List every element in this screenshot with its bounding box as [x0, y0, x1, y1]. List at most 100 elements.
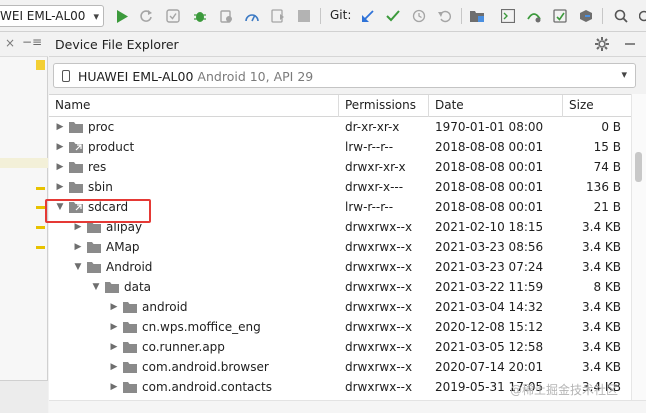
- device-selector[interactable]: WEI EML-AL00 ▾: [0, 5, 104, 27]
- line-highlight: [0, 158, 48, 168]
- stop-icon[interactable]: [296, 8, 312, 24]
- file-name: sbin: [88, 180, 113, 194]
- date-cell: 2021-03-23 08:56: [435, 240, 544, 254]
- chevron-right-icon[interactable]: ▶: [55, 182, 65, 192]
- git-commit-icon[interactable]: [385, 8, 401, 24]
- name-cell: ▶ product: [49, 137, 339, 157]
- project-panel-header: × −≡: [0, 32, 48, 57]
- table-row[interactable]: ▶ product lrw-r--r-- 2018-08-08 00:01 15 B: [49, 137, 631, 157]
- column-header-date[interactable]: Date: [429, 95, 563, 117]
- apply-changes-icon[interactable]: [165, 8, 181, 24]
- chevron-right-icon[interactable]: ▶: [73, 242, 83, 252]
- size-cell: 8 KB: [593, 280, 621, 294]
- device-api: Android 10, API 29: [197, 69, 314, 84]
- date-cell: 2020-07-14 20:01: [435, 360, 544, 374]
- gear-icon[interactable]: [594, 36, 610, 52]
- size-cell: 136 B: [586, 180, 621, 194]
- profiler-icon[interactable]: [244, 8, 260, 24]
- file-name: data: [124, 280, 152, 294]
- chevron-right-icon[interactable]: ▶: [109, 302, 119, 312]
- warning-marker: [36, 226, 45, 229]
- folder-icon: [123, 362, 137, 373]
- chevron-right-icon[interactable]: ▶: [55, 162, 65, 172]
- avd-manager-icon[interactable]: [526, 8, 542, 24]
- file-name: res: [88, 160, 107, 174]
- permissions-cell: drwxr-xr-x: [345, 160, 406, 174]
- device-dropdown[interactable]: HUAWEI EML-AL00 Android 10, API 29 ▾: [53, 63, 636, 88]
- file-name: co.runner.app: [142, 340, 225, 354]
- search-icon[interactable]: [613, 8, 629, 24]
- date-cell: 2018-08-08 00:01: [435, 140, 544, 154]
- chevron-down-icon: ▾: [621, 68, 627, 81]
- run-icon[interactable]: [114, 8, 130, 24]
- file-name: com.android.browser: [142, 360, 269, 374]
- warning-marker: [36, 187, 45, 190]
- folder-icon: [69, 122, 83, 133]
- table-row[interactable]: ▶ sbin drwxr-x--- 2018-08-08 00:01 136 B: [49, 177, 631, 197]
- rerun-icon[interactable]: [138, 8, 154, 24]
- column-header-size[interactable]: Size: [563, 95, 631, 117]
- table-row[interactable]: ▶ cn.wps.moffice_eng drwxrwx--x 2020-12-08 …: [49, 317, 631, 337]
- minimize-icon[interactable]: [622, 36, 638, 52]
- size-cell: 3.4 KB: [582, 220, 621, 234]
- horizontal-scrollbar[interactable]: [49, 400, 646, 413]
- close-icon[interactable]: ×: [5, 36, 15, 50]
- table-row[interactable]: ▼ Android drwxrwx--x 2021-03-23 07:24 3.4 KB: [49, 257, 631, 277]
- warning-marker: [36, 206, 45, 209]
- attach-debugger-icon[interactable]: [218, 8, 234, 24]
- size-cell: 3.4 KB: [582, 360, 621, 374]
- chevron-down-icon[interactable]: ▼: [91, 282, 101, 292]
- size-cell: 3.4 KB: [582, 260, 621, 274]
- name-cell: ▶ sbin: [49, 177, 339, 197]
- folder-link-icon: [69, 142, 83, 153]
- chevron-right-icon[interactable]: ▶: [109, 322, 119, 332]
- git-update-icon[interactable]: [360, 8, 376, 24]
- debug-icon[interactable]: [192, 8, 208, 24]
- column-header-permissions[interactable]: Permissions: [339, 95, 429, 117]
- chevron-right-icon[interactable]: ▶: [73, 222, 83, 232]
- date-cell: 2021-03-23 07:24: [435, 260, 544, 274]
- main-toolbar: WEI EML-AL00 ▾ Git:: [0, 0, 646, 32]
- chevron-right-icon[interactable]: ▶: [109, 362, 119, 372]
- attach-process-icon[interactable]: [270, 8, 286, 24]
- size-cell: 3.4 KB: [582, 300, 621, 314]
- table-row[interactable]: ▶ co.runner.app drwxrwx--x 2021-03-05 12:58…: [49, 337, 631, 357]
- folder-icon: [87, 242, 101, 253]
- column-header-name[interactable]: Name: [49, 95, 339, 117]
- chevron-right-icon[interactable]: ▶: [55, 142, 65, 152]
- file-table: Name Permissions Date Size ▶ proc dr-xr-xr…: [49, 94, 631, 400]
- file-name: cn.wps.moffice_eng: [142, 320, 261, 334]
- sdk-manager-icon[interactable]: [552, 8, 568, 24]
- size-cell: 0 B: [601, 120, 621, 134]
- table-row[interactable]: ▶ android drwxrwx--x 2021-03-04 14:32 3.4 KB: [49, 297, 631, 317]
- table-row[interactable]: ▶ AMap drwxrwx--x 2021-03-23 08:56 3.4 KB: [49, 237, 631, 257]
- warning-marker: [36, 60, 45, 70]
- permissions-cell: dr-xr-xr-x: [345, 120, 400, 134]
- table-row[interactable]: ▶ res drwxr-xr-x 2018-08-08 00:01 74 B: [49, 157, 631, 177]
- folder-icon: [123, 382, 137, 393]
- scrollbar-thumb[interactable]: [635, 152, 642, 182]
- table-row[interactable]: ▶ proc dr-xr-xr-x 1970-01-01 08:00 0 B: [49, 117, 631, 137]
- table-row[interactable]: ▼ data drwxrwx--x 2021-03-22 11:59 8 KB: [49, 277, 631, 297]
- project-structure-icon[interactable]: [469, 8, 485, 24]
- permissions-cell: drwxr-x---: [345, 180, 404, 194]
- vertical-scrollbar[interactable]: [631, 94, 646, 400]
- chevron-right-icon[interactable]: ▶: [109, 382, 119, 392]
- table-header: Name Permissions Date Size: [49, 95, 631, 117]
- history-icon[interactable]: [411, 8, 427, 24]
- gradle-sync-icon[interactable]: [578, 8, 594, 24]
- permissions-cell: drwxrwx--x: [345, 340, 413, 354]
- folder-icon: [105, 282, 119, 293]
- chevron-down-icon[interactable]: ▼: [73, 262, 83, 272]
- menu-icon[interactable]: −≡: [22, 35, 42, 49]
- file-name: proc: [88, 120, 115, 134]
- terminal-icon[interactable]: [500, 8, 516, 24]
- table-row[interactable]: ▶ com.android.browser drwxrwx--x 2020-07-14…: [49, 357, 631, 377]
- rollback-icon[interactable]: [437, 8, 453, 24]
- date-cell: 2021-03-22 11:59: [435, 280, 544, 294]
- name-cell: ▶ res: [49, 157, 339, 177]
- file-name: AMap: [106, 240, 140, 254]
- chevron-right-icon[interactable]: ▶: [109, 342, 119, 352]
- settings-overflow-icon[interactable]: [636, 8, 646, 24]
- chevron-right-icon[interactable]: ▶: [55, 122, 65, 132]
